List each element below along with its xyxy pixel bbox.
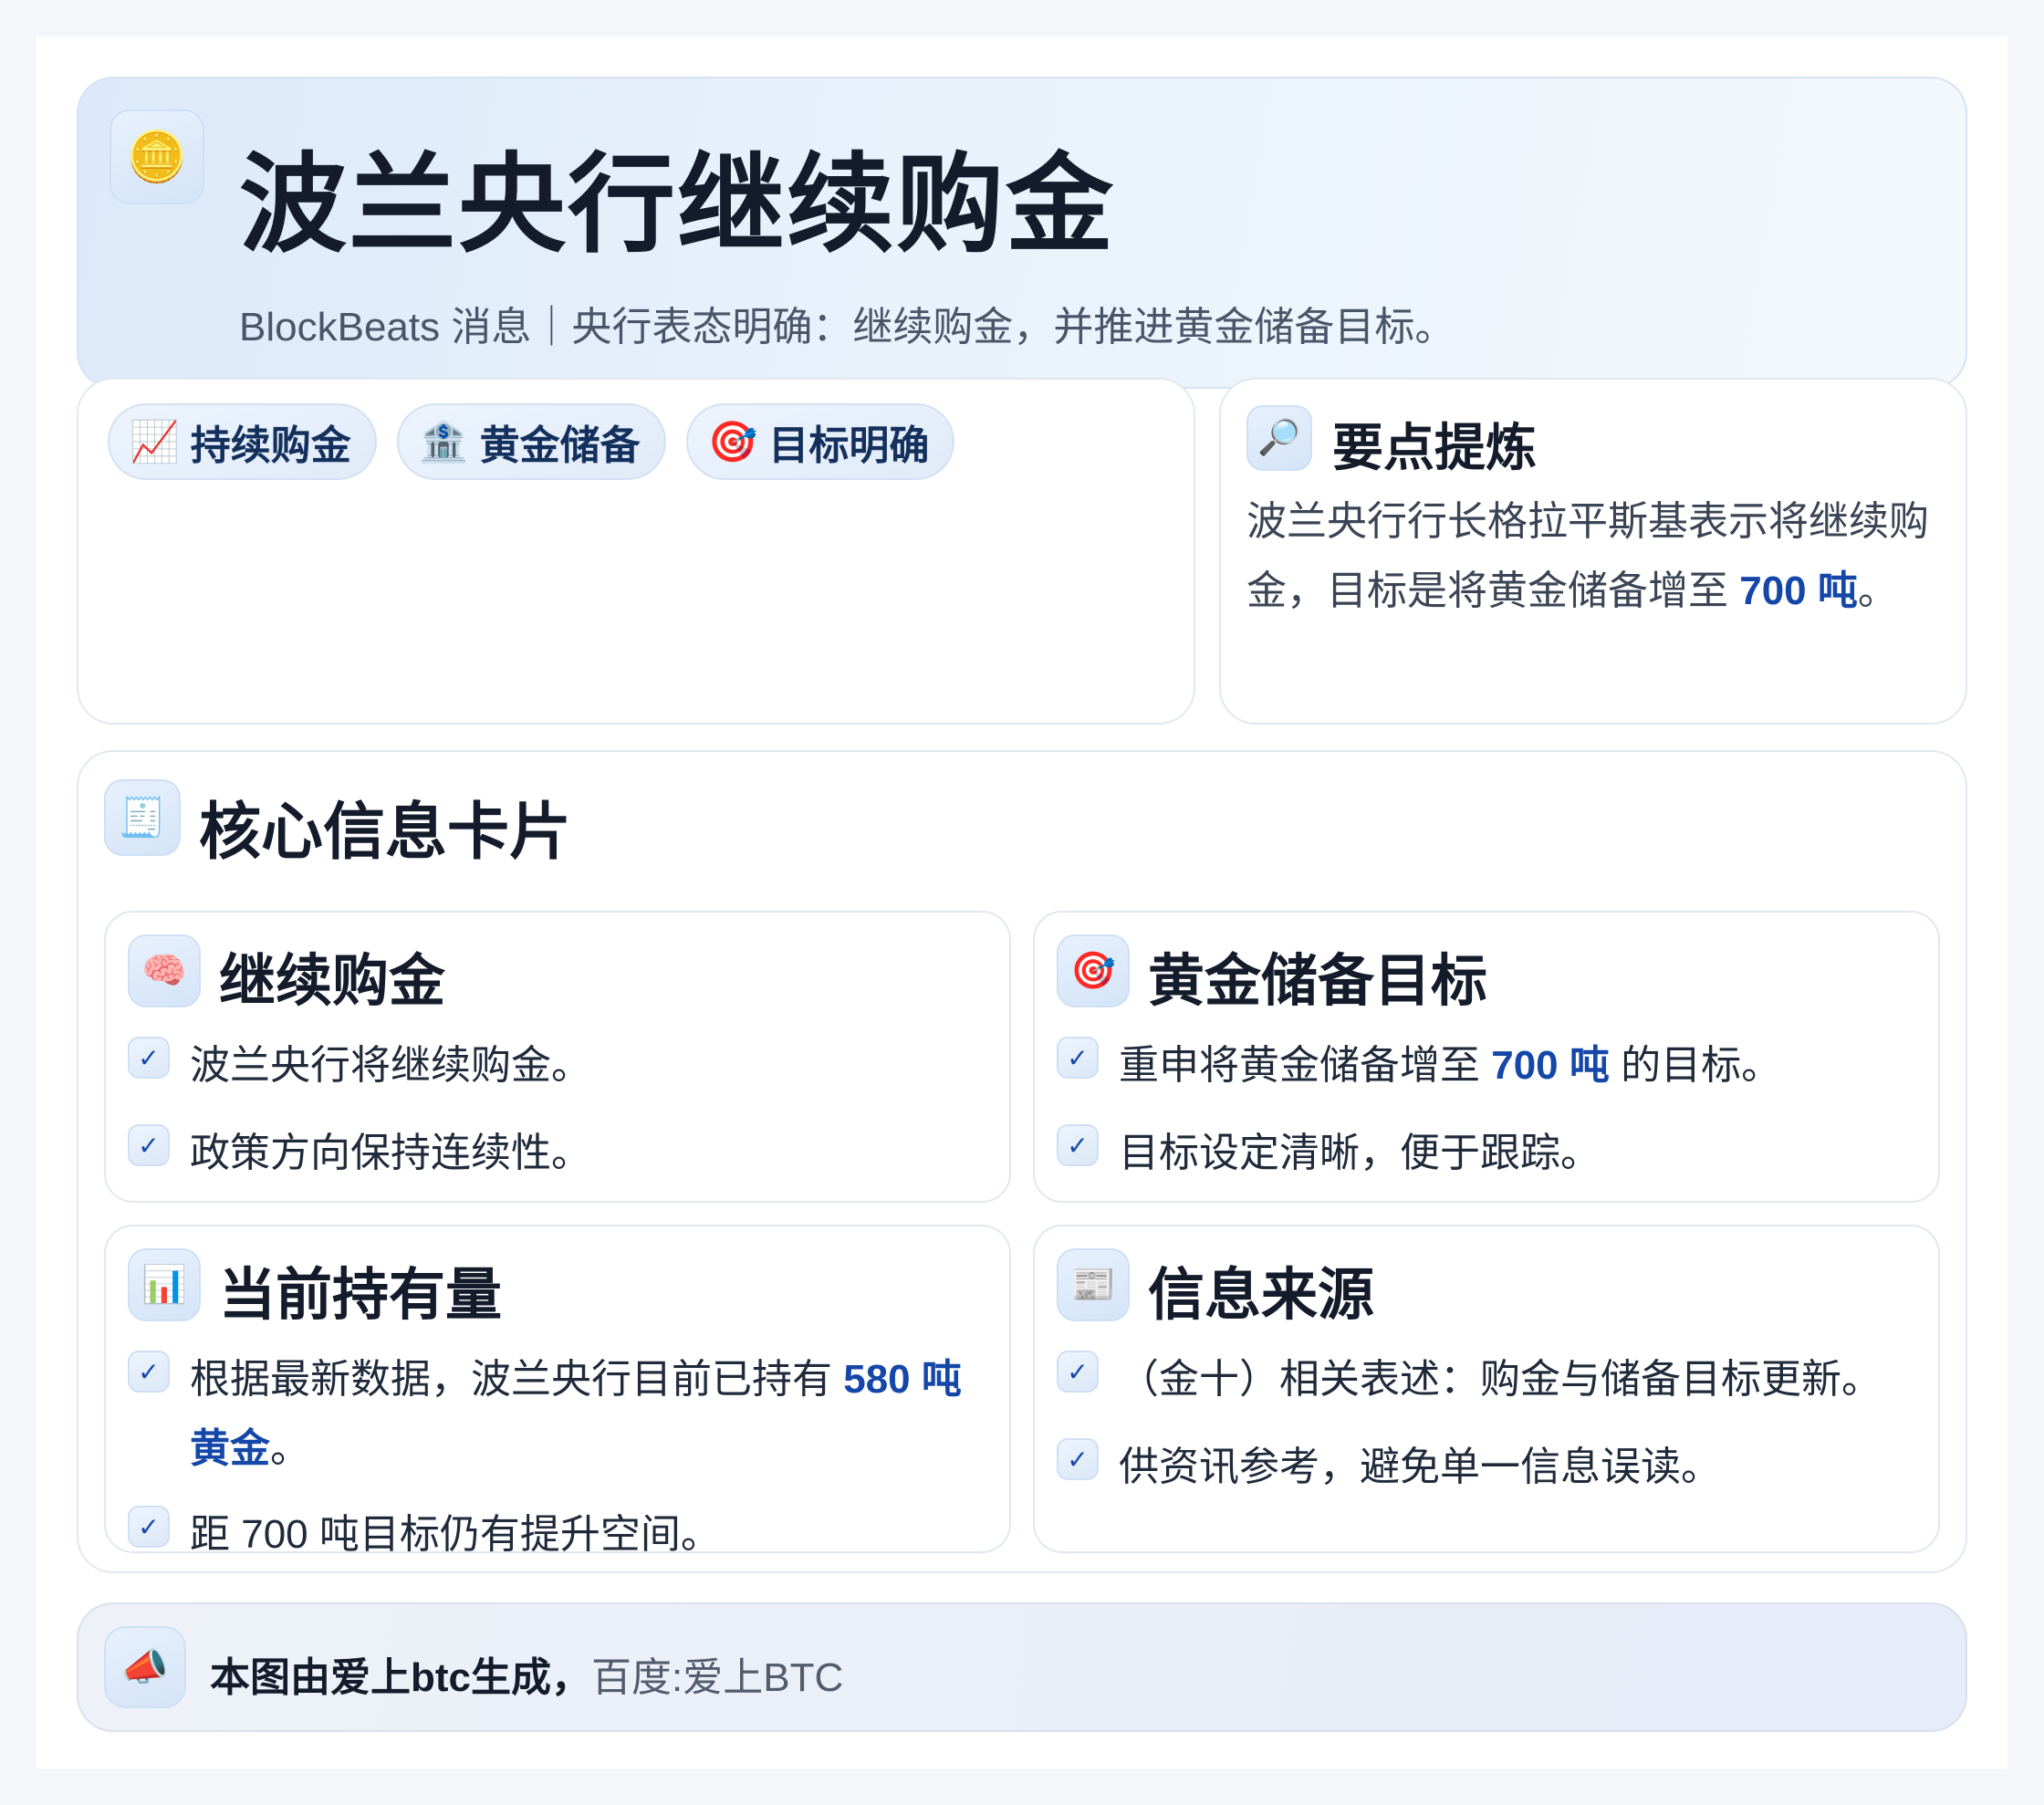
check-icon: ✓	[1057, 1037, 1099, 1079]
list-item-text: 供资讯参考，避免单一信息误读。	[1119, 1445, 1721, 1489]
check-icon: ✓	[1057, 1351, 1099, 1393]
info-card-title: 继续购金	[219, 950, 446, 1013]
highlight-value: 700 吨	[1491, 1043, 1610, 1088]
tag-continuous-buying[interactable]: 📈 持续购金	[108, 403, 377, 480]
info-card-title: 信息来源	[1148, 1264, 1375, 1327]
key-points-text: 波兰央行行长格拉平斯基表示将继续购金，目标是将黄金储备增至 700 吨。	[1246, 499, 1929, 613]
newspaper-icon: 📰	[1057, 1248, 1130, 1321]
brain-icon: 🧠	[128, 934, 201, 1007]
list-item-text: 重申将黄金储备增至 700 吨 的目标。	[1119, 1043, 1782, 1088]
core-info-title: 核心信息卡片	[199, 798, 572, 867]
list-item-text: （金十）相关表述：购金与储备目标更新。	[1119, 1357, 1882, 1402]
target-icon: 🎯	[1057, 934, 1130, 1007]
info-card-source: 📰 信息来源 ✓ （金十）相关表述：购金与储备目标更新。 ✓ 供资讯参考，避免单…	[1033, 1225, 1940, 1553]
key-points-card: 🔎 要点提炼 波兰央行行长格拉平斯基表示将继续购金，目标是将黄金储备增至 700…	[1219, 378, 1967, 725]
bar-chart-icon: 📊	[128, 1248, 201, 1321]
highlight-value: 700 吨	[1739, 569, 1858, 613]
check-icon: ✓	[128, 1506, 170, 1548]
list-item-text: 距 700 吨目标仍有提升空间。	[190, 1512, 721, 1557]
page-subtitle: BlockBeats 消息｜央行表态明确：继续购金，并推进黄金储备目标。	[239, 305, 1455, 350]
tag-label: 目标明确	[768, 423, 930, 468]
target-icon: 🎯	[707, 420, 758, 464]
info-card-title: 黄金储备目标	[1148, 950, 1488, 1013]
check-icon: ✓	[128, 1351, 170, 1393]
check-icon: ✓	[128, 1124, 170, 1166]
footer-credit-source: 百度:爱上BTC	[591, 1655, 844, 1700]
info-card-title: 当前持有量	[219, 1264, 503, 1327]
list-item-text: 目标设定清晰，便于跟踪。	[1119, 1131, 1601, 1175]
tag-label: 黄金储备	[479, 423, 641, 468]
check-icon: ✓	[1057, 1438, 1099, 1480]
tags-card: 📈 持续购金 🏦 黄金储备 🎯 目标明确	[77, 378, 1195, 725]
gold-coin-bank-icon: 🪙	[110, 110, 204, 204]
header-card: 🪙 波兰央行继续购金 BlockBeats 消息｜央行表态明确：继续购金，并推进…	[77, 77, 1967, 389]
footer-banner: 📣 本图由爱上btc生成，百度:爱上BTC	[77, 1602, 1967, 1732]
check-icon: ✓	[128, 1037, 170, 1079]
chart-increasing-icon: 📈	[130, 420, 180, 464]
tag-clear-target[interactable]: 🎯 目标明确	[685, 403, 955, 480]
receipt-icon: 🧾	[104, 779, 181, 856]
list-item-text: 波兰央行将继续购金。	[190, 1043, 591, 1088]
core-info-section: 🧾 核心信息卡片 🧠 继续购金 ✓ 波兰央行将继续购金。 ✓ 政策方向保持连续性…	[77, 750, 1967, 1573]
tag-gold-reserve[interactable]: 🏦 黄金储备	[396, 403, 666, 480]
list-item-text: 政策方向保持连续性。	[190, 1131, 591, 1175]
page-title: 波兰央行继续购金	[239, 145, 1116, 266]
key-points-title: 要点提炼	[1332, 419, 1537, 476]
info-card-current-holdings: 📊 当前持有量 ✓ 根据最新数据，波兰央行目前已持有 580 吨黄金。 ✓ 距 …	[104, 1225, 1011, 1557]
infographic-page: 🪙 波兰央行继续购金 BlockBeats 消息｜央行表态明确：继续购金，并推进…	[36, 37, 2008, 1768]
footer-credit: 本图由爱上btc生成，百度:爱上BTC	[210, 1644, 843, 1703]
bank-icon: 🏦	[418, 420, 469, 464]
tag-list: 📈 持续购金 🏦 黄金储备 🎯 目标明确	[108, 403, 955, 480]
check-icon: ✓	[1057, 1124, 1099, 1166]
footer-credit-bold: 本图由爱上btc生成，	[210, 1655, 591, 1700]
tag-label: 持续购金	[190, 423, 351, 468]
info-card-continue-buying: 🧠 继续购金 ✓ 波兰央行将继续购金。 ✓ 政策方向保持连续性。	[104, 911, 1011, 1203]
megaphone-icon: 📣	[104, 1626, 186, 1708]
magnifier-icon: 🔎	[1246, 405, 1312, 471]
list-item-text: 根据最新数据，波兰央行目前已持有 580 吨黄金。	[190, 1357, 962, 1471]
info-card-reserve-target: 🎯 黄金储备目标 ✓ 重申将黄金储备增至 700 吨 的目标。 ✓ 目标设定清晰…	[1033, 911, 1940, 1203]
